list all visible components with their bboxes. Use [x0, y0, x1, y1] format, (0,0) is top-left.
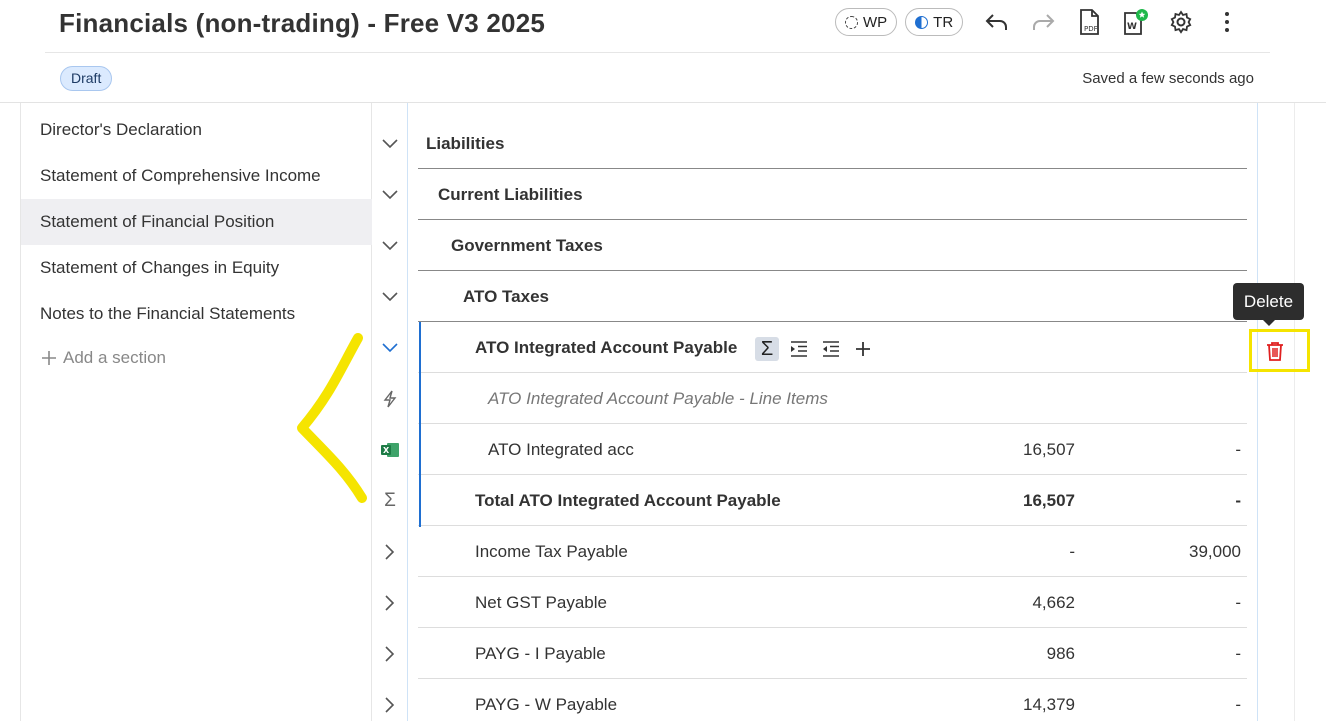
- app-header: Financials (non-trading) - Free V3 2025 …: [0, 0, 1326, 103]
- outdent-icon[interactable]: [819, 337, 843, 361]
- table-row[interactable]: Current Liabilities: [418, 169, 1247, 220]
- chevron-right-icon[interactable]: [380, 695, 400, 715]
- wp-status-pill[interactable]: WP: [835, 8, 898, 36]
- wp-label: WP: [863, 13, 888, 31]
- redo-icon[interactable]: [1023, 6, 1063, 38]
- table-row[interactable]: Income Tax Payable - 39,000: [418, 526, 1247, 577]
- row-value-current[interactable]: 14,379: [1023, 679, 1075, 721]
- sidebar-item-notes[interactable]: Notes to the Financial Statements: [21, 291, 372, 337]
- status-badge: Draft: [60, 66, 113, 91]
- row-label: Income Tax Payable: [475, 542, 628, 561]
- add-section-button[interactable]: Add a section: [41, 348, 166, 368]
- row-label: PAYG - I Payable: [475, 644, 606, 663]
- row-value-current[interactable]: 986: [1047, 628, 1075, 679]
- half-circle-icon: [915, 15, 929, 29]
- word-export-icon[interactable]: W: [1115, 6, 1155, 38]
- chevron-down-icon[interactable]: [380, 338, 400, 358]
- row-label: ATO Integrated Account Payable: [475, 338, 738, 357]
- row-value-current[interactable]: -: [1069, 526, 1075, 577]
- table-row[interactable]: ATO Taxes: [418, 271, 1247, 322]
- row-label: Liabilities: [426, 134, 505, 153]
- row-value-current[interactable]: 4,662: [1032, 577, 1075, 628]
- chevron-right-icon[interactable]: [380, 593, 400, 613]
- page-title: Financials (non-trading) - Free V3 2025: [59, 8, 546, 38]
- more-vertical-icon[interactable]: [1207, 6, 1247, 38]
- plus-icon[interactable]: [851, 337, 875, 361]
- header-divider: [45, 52, 1270, 53]
- table-row[interactable]: ATO Integrated acc 16,507 -: [418, 424, 1247, 475]
- row-value-prior: -: [1235, 491, 1241, 510]
- chevron-right-icon[interactable]: [380, 644, 400, 664]
- sections-sidebar: Director's Declaration Statement of Comp…: [20, 103, 372, 721]
- settings-icon[interactable]: [1161, 6, 1201, 38]
- trash-icon: [1267, 341, 1283, 361]
- pdf-icon[interactable]: PDF: [1069, 6, 1109, 38]
- statement-grid: Liabilities Current Liabilities Governme…: [408, 103, 1258, 721]
- excel-icon[interactable]: X: [380, 440, 400, 460]
- lightning-icon[interactable]: [380, 389, 400, 409]
- add-section-label: Add a section: [63, 348, 167, 367]
- row-label: Total ATO Integrated Account Payable: [475, 491, 781, 510]
- table-row[interactable]: ATO Integrated Account Payable - Line It…: [418, 373, 1247, 424]
- tr-label: TR: [933, 13, 954, 31]
- sidebar-item-comprehensive-income[interactable]: Statement of Comprehensive Income: [21, 153, 372, 199]
- dashed-circle-icon: [845, 15, 858, 29]
- row-label: Current Liabilities: [438, 185, 583, 204]
- table-row[interactable]: Government Taxes: [418, 220, 1247, 271]
- delete-button[interactable]: [1249, 329, 1310, 372]
- sidebar-item-changes-in-equity[interactable]: Statement of Changes in Equity: [21, 245, 372, 291]
- row-label: Net GST Payable: [475, 593, 607, 612]
- sigma-icon[interactable]: Σ: [755, 337, 779, 361]
- row-value-prior[interactable]: -: [1235, 679, 1241, 721]
- sidebar-item-financial-position[interactable]: Statement of Financial Position: [21, 199, 372, 245]
- selection-indicator: [419, 322, 421, 527]
- row-controls-gutter: X Σ: [372, 103, 408, 721]
- row-tools: Σ: [755, 337, 875, 361]
- row-label: ATO Taxes: [463, 287, 549, 306]
- row-label: Government Taxes: [451, 236, 603, 255]
- sidebar-item-directors-declaration[interactable]: Director's Declaration: [21, 107, 372, 153]
- header-toolbar: WP TR PDF W: [835, 6, 1247, 38]
- chevron-right-icon[interactable]: [380, 542, 400, 562]
- chevron-down-icon[interactable]: [380, 236, 400, 256]
- row-label: ATO Integrated Account Payable - Line It…: [488, 389, 828, 408]
- table-row[interactable]: Net GST Payable 4,662 -: [418, 577, 1247, 628]
- row-value-prior[interactable]: -: [1235, 424, 1241, 475]
- panel-divider: [1294, 103, 1295, 721]
- table-row[interactable]: Total ATO Integrated Account Payable 16,…: [418, 475, 1247, 526]
- sigma-icon[interactable]: Σ: [380, 490, 400, 511]
- row-value-prior[interactable]: -: [1235, 628, 1241, 679]
- chevron-down-icon[interactable]: [380, 134, 400, 154]
- row-value-current[interactable]: 16,507: [1023, 424, 1075, 475]
- saved-status: Saved a few seconds ago: [1082, 70, 1254, 87]
- plus-icon: [42, 351, 56, 365]
- grid-right-border: [1257, 103, 1258, 721]
- tr-status-pill[interactable]: TR: [905, 8, 964, 36]
- row-value-current: 16,507: [1023, 491, 1075, 510]
- table-row[interactable]: Liabilities: [418, 118, 1247, 169]
- table-row[interactable]: PAYG - I Payable 986 -: [418, 628, 1247, 679]
- delete-tooltip: Delete: [1233, 283, 1304, 326]
- chevron-down-icon[interactable]: [380, 287, 400, 307]
- svg-text:X: X: [383, 446, 390, 455]
- svg-text:W: W: [1127, 22, 1137, 32]
- svg-text:PDF: PDF: [1084, 25, 1098, 33]
- indent-icon[interactable]: [787, 337, 811, 361]
- row-value-prior[interactable]: 39,000: [1189, 526, 1241, 577]
- row-label: PAYG - W Payable: [475, 695, 618, 714]
- table-row[interactable]: PAYG - W Payable 14,379 -: [418, 679, 1247, 721]
- chevron-down-icon[interactable]: [380, 185, 400, 205]
- row-value-prior[interactable]: -: [1235, 577, 1241, 628]
- undo-icon[interactable]: [977, 6, 1017, 38]
- row-label: ATO Integrated acc: [488, 440, 634, 459]
